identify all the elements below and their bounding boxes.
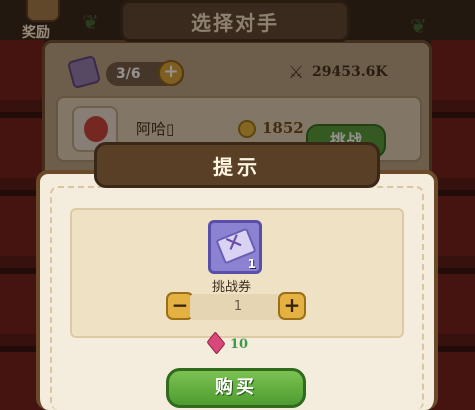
quantity-stepper[interactable]: 1 bbox=[190, 294, 286, 320]
item-slot[interactable]: ✕ 1 bbox=[208, 220, 262, 274]
buy-button[interactable]: 购买 bbox=[166, 368, 306, 408]
item-quantity-badge: 1 bbox=[247, 257, 256, 271]
dialog-title: 提示 bbox=[213, 154, 261, 179]
dialog-title-plate: 提示 bbox=[94, 142, 380, 188]
price-value: 10 bbox=[230, 337, 249, 352]
increase-button[interactable]: + bbox=[278, 292, 306, 320]
item-name: 挑战券 bbox=[212, 280, 252, 295]
